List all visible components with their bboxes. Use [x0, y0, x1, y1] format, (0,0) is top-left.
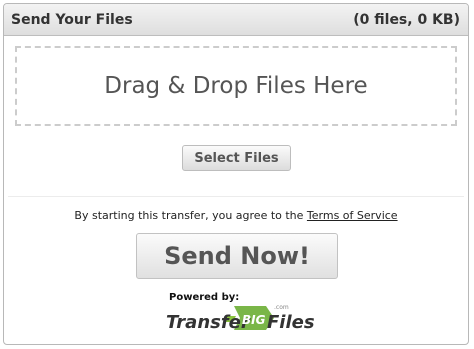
- select-files-button[interactable]: Select Files: [182, 145, 291, 171]
- transferbigfiles-logo[interactable]: Transfer BIG Files .com: [164, 300, 314, 338]
- dropzone-label: Drag & Drop Files Here: [104, 73, 368, 99]
- logo-part-transfer: Transfer: [166, 312, 251, 333]
- logo-part-files: Files: [267, 312, 314, 333]
- terms-prefix: By starting this transfer, you agree to …: [74, 209, 307, 222]
- terms-notice: By starting this transfer, you agree to …: [4, 209, 468, 222]
- logo-suffix: .com: [274, 304, 289, 311]
- send-files-panel: Send Your Files (0 files, 0 KB) Drag & D…: [3, 3, 469, 345]
- divider: [8, 196, 464, 197]
- file-count-summary: (0 files, 0 KB): [353, 11, 460, 28]
- panel-title: Send Your Files: [11, 11, 133, 28]
- send-now-button[interactable]: Send Now!: [136, 233, 338, 279]
- terms-of-service-link[interactable]: Terms of Service: [307, 209, 398, 222]
- panel-header: Send Your Files (0 files, 0 KB): [4, 4, 468, 36]
- logo-part-big: BIG: [242, 313, 266, 327]
- file-dropzone[interactable]: Drag & Drop Files Here: [15, 46, 457, 126]
